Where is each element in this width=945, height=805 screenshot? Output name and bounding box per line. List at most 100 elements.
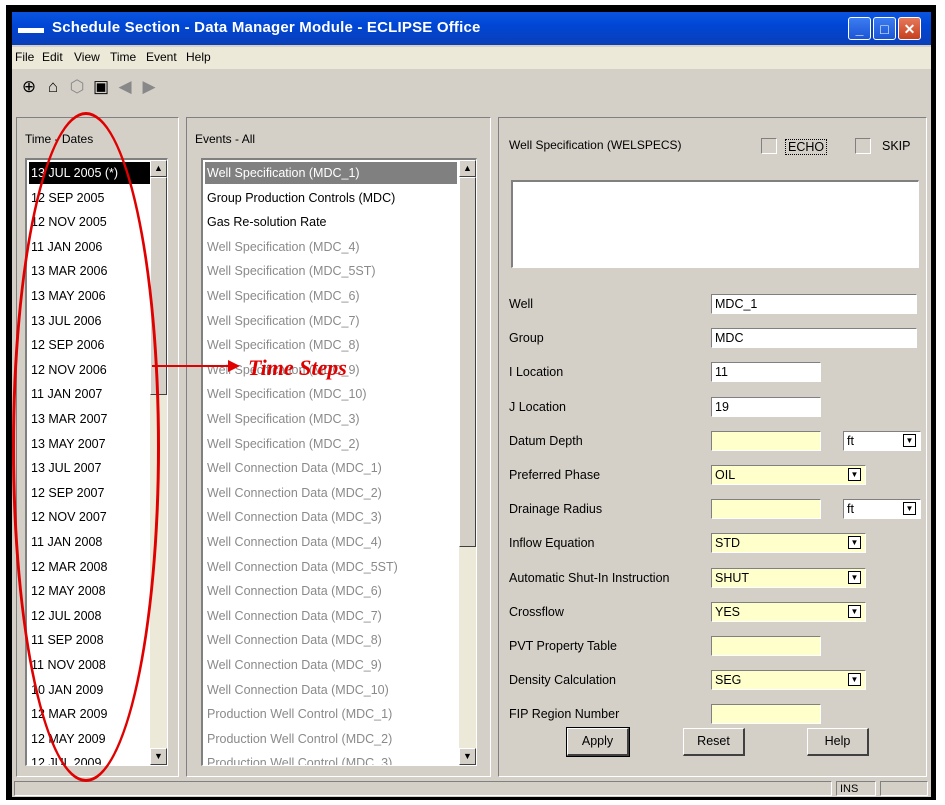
event-item[interactable]: Well Connection Data (MDC_5ST) [205,556,457,578]
time-steps-arrow-line [152,365,232,367]
echo-checkbox[interactable] [761,138,777,154]
events-panel-title: Events - All [195,132,256,146]
menu-edit[interactable]: Edit [42,50,63,64]
skip-checkbox[interactable] [855,138,871,154]
scroll-down-icon[interactable]: ▼ [459,748,476,765]
i-location-field[interactable]: 11 [711,362,821,383]
chevron-down-icon[interactable]: ▼ [848,673,861,687]
event-item[interactable]: Group Production Controls (MDC) [205,187,457,209]
well-label: Well [509,297,534,311]
toolbar: ⊕ ⌂ ⬡ ▣ ◀ ▶ [12,72,931,104]
inflow-equation-field[interactable]: STD [711,533,866,554]
event-item[interactable]: Well Connection Data (MDC_9) [205,654,457,676]
event-item[interactable]: Gas Re-solution Rate [205,211,457,233]
help-button[interactable]: Help [807,728,869,756]
event-item[interactable]: Well Specification (MDC_10) [205,383,457,405]
scroll-down-icon[interactable]: ▼ [150,748,167,765]
events-list[interactable]: Well Specification (MDC_1) Group Producti… [201,158,477,766]
event-item[interactable]: Well Specification (MDC_7) [205,310,457,332]
chevron-down-icon[interactable]: ▼ [903,433,916,447]
title-bar: Schedule Section - Data Manager Module -… [12,12,931,45]
arrow-left-icon[interactable]: ◀ [114,76,136,98]
j-location-field[interactable]: 19 [711,396,821,417]
event-item[interactable]: Well Connection Data (MDC_6) [205,580,457,602]
time-steps-label: Time Steps [248,355,347,380]
automatic-shut-in-instruction-label: Automatic Shut-In Instruction [509,570,670,585]
echo-label[interactable]: ECHO [785,139,828,155]
event-item[interactable]: Production Well Control (MDC_1) [205,703,457,725]
target-icon[interactable]: ⊕ [18,76,40,98]
density-calculation-field[interactable]: SEG [711,670,866,691]
event-item[interactable]: Well Connection Data (MDC_8) [205,629,457,651]
close-icon[interactable]: ✕ [898,17,921,40]
report-icon[interactable]: ▣ [90,76,112,98]
menu-help[interactable]: Help [186,50,211,64]
drainage-radius-field[interactable] [711,499,821,520]
chevron-down-icon[interactable]: ▼ [848,468,861,481]
i-location-label: I Location [509,365,564,380]
event-item[interactable]: Well Specification (MDC_2) [205,433,457,455]
status-bar: INS [12,781,931,797]
chevron-down-icon[interactable]: ▼ [848,570,861,584]
events-scrollbar[interactable]: ▲ ▼ [459,160,476,765]
minimize-icon[interactable]: _ [848,17,871,40]
inflow-equation-label: Inflow Equation [509,536,595,551]
preferred-phase-field[interactable]: OIL [711,465,866,485]
preferred-phase-label: Preferred Phase [509,468,601,482]
time-steps-arrow-icon [228,360,240,372]
crossflow-label: Crossflow [509,604,564,619]
menu-view[interactable]: View [74,50,100,64]
app-icon [18,28,44,33]
event-item[interactable]: Well Specification (MDC_1) [205,162,457,184]
chevron-down-icon[interactable]: ▼ [848,604,861,618]
status-message [14,781,832,796]
menu-event[interactable]: Event [146,50,177,64]
event-item[interactable]: Production Well Control (MDC_3) [205,752,457,765]
datum-depth-label: Datum Depth [509,433,583,448]
scroll-thumb[interactable] [459,177,476,547]
menu-file[interactable]: File [15,50,34,64]
j-location-label: J Location [509,399,566,414]
event-item[interactable]: Well Specification (MDC_5ST) [205,260,457,282]
well-field[interactable]: MDC_1 [711,294,917,314]
group-label: Group [509,331,544,346]
event-item[interactable]: Well Specification (MDC_3) [205,408,457,430]
skip-label[interactable]: SKIP [882,139,911,153]
comment-textarea[interactable] [511,180,919,268]
event-item[interactable]: Well Connection Data (MDC_3) [205,506,457,528]
status-extra [880,781,928,796]
events-panel: Events - All Well Specification (MDC_1) G… [186,117,491,777]
event-item[interactable]: Well Specification (MDC_4) [205,236,457,258]
chevron-down-icon[interactable]: ▼ [903,502,916,516]
maximize-icon[interactable]: □ [873,17,896,40]
event-item[interactable]: Well Connection Data (MDC_10) [205,679,457,701]
datum-depth-field[interactable] [711,430,821,451]
arrow-right-icon[interactable]: ▶ [138,76,160,98]
cube-icon[interactable]: ⬡ [66,76,88,98]
event-item[interactable]: Well Connection Data (MDC_2) [205,482,457,504]
event-item[interactable]: Well Specification (MDC_8) [205,334,457,356]
crossflow-field[interactable]: YES [711,601,866,622]
scroll-up-icon[interactable]: ▲ [459,160,476,177]
drainage-radius-label: Drainage Radius [509,502,603,517]
event-item[interactable]: Well Connection Data (MDC_1) [205,457,457,479]
automatic-shut-in-instruction-field[interactable]: SHUT [711,567,866,588]
fip-region-number-label: FIP Region Number [509,707,620,722]
group-field[interactable]: MDC [711,328,917,349]
event-item[interactable]: Well Specification (MDC_6) [205,285,457,307]
detail-panel-title: Well Specification (WELSPECS) [509,138,682,152]
fip-region-number-field[interactable] [711,704,821,725]
trash-icon[interactable]: ⌂ [42,76,64,98]
detail-panel: Well Specification (WELSPECS) ECHO SKIP … [498,117,927,777]
event-item[interactable]: Production Well Control (MDC_2) [205,728,457,750]
pvt-property-table-field[interactable] [711,636,821,656]
event-item[interactable]: Well Connection Data (MDC_7) [205,605,457,627]
reset-button[interactable]: Reset [683,728,745,756]
chevron-down-icon[interactable]: ▼ [848,536,861,550]
menu-bar: File Edit View Time Event Help [12,47,931,69]
event-item[interactable]: Well Connection Data (MDC_4) [205,531,457,553]
apply-button[interactable]: Apply [566,727,630,757]
menu-time[interactable]: Time [110,50,136,64]
scroll-up-icon[interactable]: ▲ [150,160,167,177]
density-calculation-label: Density Calculation [509,673,616,688]
